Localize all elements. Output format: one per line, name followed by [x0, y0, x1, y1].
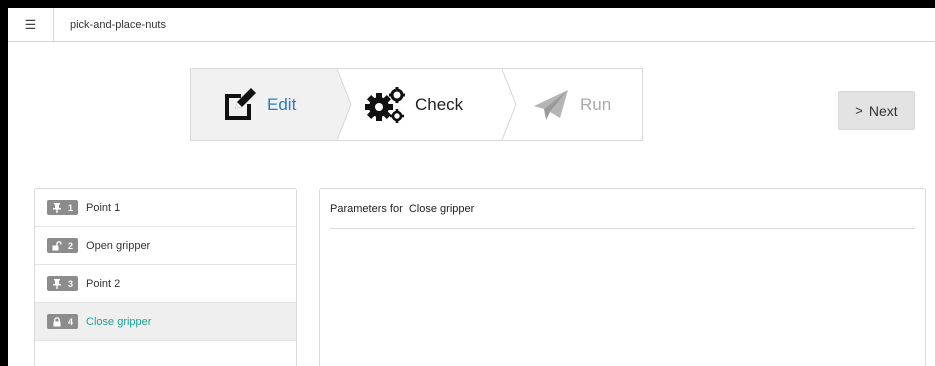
item-badge: 1 — [47, 200, 79, 215]
workflow-stepper: Edit Check Run — [190, 68, 643, 141]
list-item-close-gripper[interactable]: 4 Close gripper — [35, 303, 296, 341]
next-button-label: Next — [868, 102, 898, 119]
item-number: 3 — [68, 278, 74, 289]
list-item-point-2[interactable]: 3 Point 2 — [35, 265, 296, 303]
step-run-label: Run — [580, 94, 612, 114]
unlock-icon — [52, 240, 62, 250]
edit-icon — [225, 87, 256, 120]
next-button[interactable]: > Next — [838, 91, 915, 130]
app-frame: ☰ pick-and-place-nuts Edit Check Run > N… — [8, 8, 935, 366]
item-name: Open gripper — [86, 239, 151, 252]
item-badge: 3 — [47, 276, 79, 291]
step-edit[interactable]: Edit — [191, 69, 337, 140]
item-number: 1 — [68, 202, 74, 213]
item-badge: 4 — [47, 314, 79, 329]
item-badge: 2 — [47, 238, 79, 253]
item-name: Point 2 — [86, 277, 121, 290]
pin-icon — [53, 278, 61, 289]
chevron-right-icon: > — [855, 103, 863, 118]
step-check[interactable]: Check — [337, 69, 502, 140]
step-run[interactable]: Run — [502, 69, 642, 140]
item-name: Close gripper — [86, 315, 152, 328]
lock-icon — [53, 316, 61, 326]
program-title: pick-and-place-nuts — [70, 19, 166, 31]
list-item-open-gripper[interactable]: 2 Open gripper — [35, 227, 296, 265]
parameters-header: Parameters for Close gripper — [330, 189, 915, 229]
list-item-point-1[interactable]: 1 Point 1 — [35, 189, 296, 227]
item-number: 4 — [68, 316, 74, 327]
parameters-panel: Parameters for Close gripper — [319, 188, 926, 366]
pin-icon — [53, 202, 61, 213]
paper-plane-icon — [534, 89, 568, 120]
gears-icon — [365, 86, 405, 123]
step-edit-label: Edit — [267, 94, 297, 114]
step-check-label: Check — [415, 94, 464, 114]
hamburger-icon: ☰ — [24, 17, 37, 32]
item-number: 2 — [68, 240, 74, 251]
top-bar: ☰ pick-and-place-nuts — [8, 8, 935, 42]
menu-button[interactable]: ☰ — [8, 8, 54, 42]
program-item-list: 1 Point 1 2 Open gripper 3 Point 2 4 Clo… — [34, 188, 297, 366]
item-name: Point 1 — [86, 201, 121, 214]
